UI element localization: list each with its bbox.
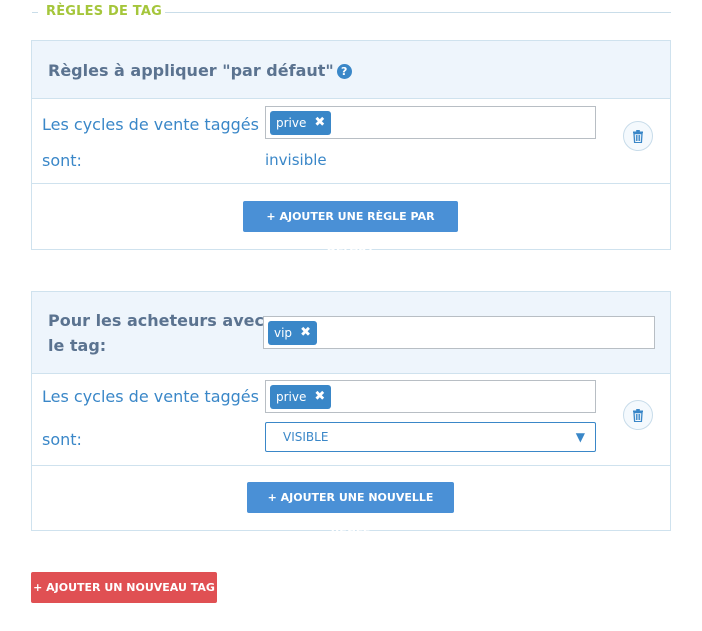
add-default-rule-button[interactable]: + AJOUTER UNE RÈGLE PAR DÉFAUT	[243, 201, 458, 254]
trash-icon	[633, 129, 643, 143]
tag-chip: prive ✖	[270, 111, 332, 135]
default-rules-panel: Règles à appliquer "par défaut"? Les cyc…	[31, 40, 671, 254]
rule-label-line1: Les cycles de vente taggés	[42, 115, 259, 134]
buyer-rules-title-line1: Pour les acheteurs avec	[48, 311, 264, 330]
tag-input[interactable]: prive ✖	[265, 106, 596, 139]
visibility-select[interactable]: VISIBLE ▼	[265, 422, 596, 452]
default-rules-footer: + AJOUTER UNE RÈGLE PAR DÉFAUT	[32, 184, 670, 254]
tag-chip-label: prive	[276, 390, 307, 404]
section-divider-left	[32, 12, 38, 13]
rule-label-line1: Les cycles de vente taggés	[42, 387, 259, 406]
rule-state-text: invisible	[265, 151, 327, 169]
caret-down-icon: ▼	[575, 430, 585, 444]
default-rule-row: Les cycles de vente taggés sont: prive ✖…	[32, 99, 670, 184]
add-new-rule-button[interactable]: + AJOUTER UNE NOUVELLE RÈGLE	[247, 482, 454, 535]
visibility-select-value: VISIBLE	[283, 430, 329, 444]
buyer-tag-input[interactable]: vip ✖	[263, 316, 655, 349]
default-rules-header: Règles à appliquer "par défaut"?	[32, 41, 670, 99]
rule-label-line2: sont:	[42, 430, 82, 449]
buyer-tag-chip-label: vip	[274, 326, 293, 340]
remove-tag-icon[interactable]: ✖	[314, 111, 325, 135]
buyer-rules-title-line2: le tag:	[48, 336, 107, 355]
rule-label-line2: sont:	[42, 151, 82, 170]
question-circle-icon[interactable]: ?	[336, 64, 352, 79]
delete-rule-button[interactable]	[623, 400, 653, 430]
remove-tag-icon[interactable]: ✖	[314, 385, 325, 409]
add-new-tag-button[interactable]: + AJOUTER UN NOUVEAU TAG	[31, 572, 217, 603]
tag-input[interactable]: prive ✖	[265, 380, 596, 413]
default-rules-title-text: Règles à appliquer "par défaut"	[48, 61, 334, 80]
default-rules-title: Règles à appliquer "par défaut"?	[48, 58, 352, 84]
remove-tag-icon[interactable]: ✖	[300, 321, 311, 345]
section-divider-right	[165, 12, 671, 13]
section-title: RÈGLES DE TAG	[46, 4, 163, 19]
buyer-rules-header: Pour les acheteurs avec le tag: vip ✖	[32, 292, 670, 374]
delete-rule-button[interactable]	[623, 121, 653, 151]
buyer-rules-footer: + AJOUTER UNE NOUVELLE RÈGLE	[32, 466, 670, 535]
buyer-rule-row: Les cycles de vente taggés sont: prive ✖…	[32, 374, 670, 466]
tag-chip: prive ✖	[270, 385, 332, 409]
trash-icon	[633, 408, 643, 422]
buyer-rules-panel: Pour les acheteurs avec le tag: vip ✖ Le…	[31, 291, 671, 535]
tag-chip-label: prive	[276, 116, 307, 130]
buyer-tag-chip: vip ✖	[268, 321, 317, 345]
